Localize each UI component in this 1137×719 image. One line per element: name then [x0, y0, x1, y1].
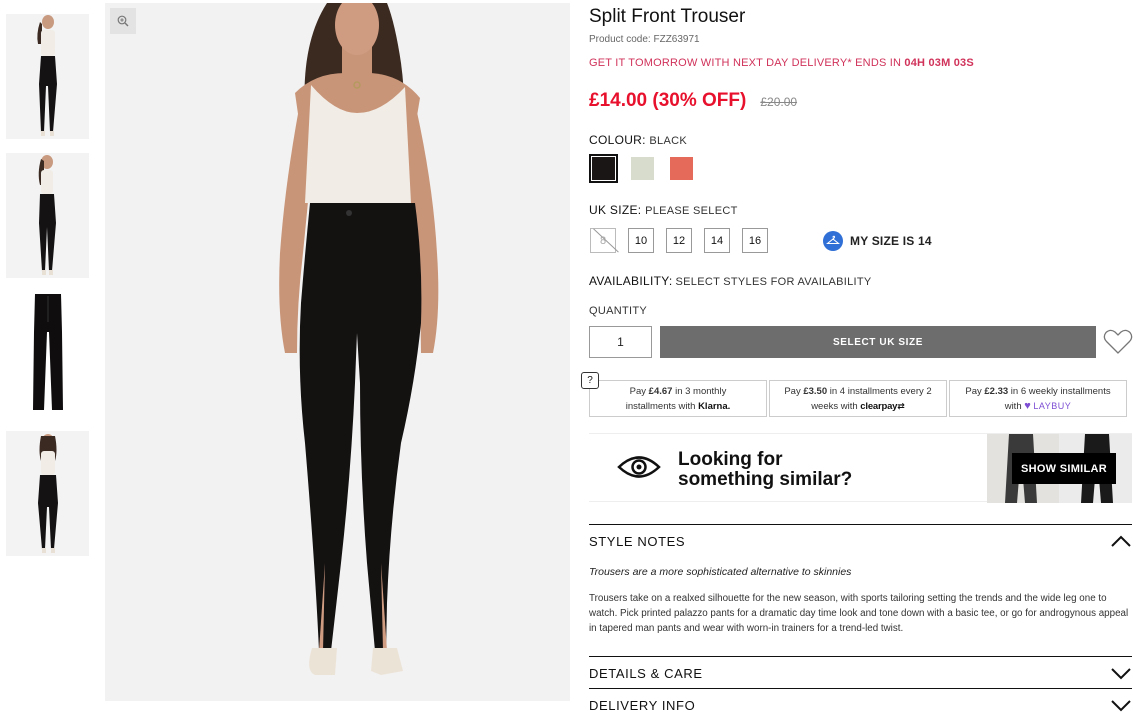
style-notes-body: Trousers take on a realxed silhouette fo…	[589, 593, 1129, 634]
model-back-image	[38, 434, 58, 553]
colour-label: COLOUR: BLACK	[589, 133, 687, 147]
delivery-info-header[interactable]: DELIVERY INFO	[589, 689, 1132, 719]
thumbnail-gallery	[6, 14, 89, 570]
product-code: Product code: FZZ63971	[589, 34, 700, 45]
size-label: UK SIZE: PLEASE SELECT	[589, 203, 738, 217]
main-product-image[interactable]	[105, 3, 570, 701]
add-to-bag-button[interactable]: SELECT UK SIZE	[660, 326, 1096, 358]
current-price: £14.00 (30% OFF)	[589, 90, 747, 111]
size-option-14[interactable]: 14	[704, 228, 730, 253]
clearpay-pay: Pay	[784, 386, 804, 397]
klarna-amount: £4.67	[648, 386, 673, 397]
eye-icon	[617, 456, 661, 478]
klarna-with: installments with	[625, 401, 699, 412]
trouser-flatlay-image	[33, 294, 63, 410]
my-size-text: MY SIZE IS 14	[850, 234, 932, 248]
wishlist-button[interactable]	[1102, 327, 1134, 357]
swatch-coral[interactable]	[667, 154, 696, 183]
size-value: PLEASE SELECT	[645, 205, 738, 217]
laybuy-with: with	[1004, 401, 1025, 412]
chevron-up-icon	[1111, 535, 1131, 547]
show-similar-button[interactable]: SHOW SIMILAR	[1012, 453, 1116, 484]
style-notes-header[interactable]: STYLE NOTES	[589, 525, 1132, 557]
availability-label: AVAILABILITY:	[589, 274, 673, 288]
laybuy-amount: £2.33	[984, 386, 1009, 397]
delivery-banner: GET IT TOMORROW WITH NEXT DAY DELIVERY* …	[589, 57, 974, 69]
size-option-10[interactable]: 10	[628, 228, 654, 253]
original-price: £20.00	[760, 95, 798, 109]
clearpay-amount: £3.50	[803, 386, 828, 397]
availability-row: AVAILABILITY: SELECT STYLES FOR AVAILABIL…	[589, 274, 872, 288]
laybuy-box[interactable]: Pay £2.33 in 6 weekly installments with …	[949, 380, 1127, 417]
style-notes-title: STYLE NOTES	[589, 533, 686, 549]
heart-icon	[1103, 329, 1133, 354]
clearpay-terms: in 4 installments every 2	[827, 386, 932, 397]
colour-swatches	[589, 154, 696, 183]
details-care-header[interactable]: DETAILS & CARE	[589, 657, 1132, 689]
laybuy-heart-icon: ♥	[1024, 400, 1031, 412]
details-care-accordion: DETAILS & CARE	[589, 656, 1132, 689]
zoom-icon	[117, 15, 129, 27]
delivery-info-title: DELIVERY INFO	[589, 697, 696, 713]
size-option-12[interactable]: 12	[666, 228, 692, 253]
swatch-sage-fill	[631, 157, 654, 180]
quantity-label: QUANTITY	[589, 305, 648, 317]
style-notes-lead: Trousers are a more sophisticated altern…	[589, 566, 852, 578]
zoom-button[interactable]	[110, 8, 136, 34]
price-row: £14.00 (30% OFF) £20.00	[589, 90, 797, 112]
laybuy-terms: in 6 weekly installments	[1008, 386, 1111, 397]
klarna-terms: in 3 monthly	[672, 386, 727, 397]
quantity-input[interactable]	[589, 326, 652, 358]
similar-line-2: something similar?	[678, 469, 853, 490]
clearpay-logo: clearpay	[860, 401, 898, 412]
chevron-down-icon	[1111, 700, 1131, 712]
model-side-image	[38, 155, 56, 275]
laybuy-logo: LAYBUY	[1033, 401, 1072, 411]
hanger-icon	[823, 231, 843, 251]
thumbnail-side[interactable]	[6, 153, 89, 278]
swatch-black[interactable]	[589, 154, 618, 183]
delivery-info-accordion: DELIVERY INFO	[589, 688, 1132, 719]
payment-help-button[interactable]: ?	[581, 372, 599, 389]
klarna-pay: Pay	[629, 386, 649, 397]
size-label-text: UK SIZE:	[589, 203, 642, 217]
model-illustration	[279, 3, 439, 675]
swatch-black-fill	[592, 157, 615, 180]
size-option-16[interactable]: 16	[742, 228, 768, 253]
colour-label-text: COLOUR:	[589, 133, 646, 147]
product-title: Split Front Trouser	[589, 6, 746, 27]
colour-value: BLACK	[649, 135, 687, 147]
clearpay-with: weeks with	[811, 401, 861, 412]
details-care-title: DETAILS & CARE	[589, 665, 703, 681]
shop-similar-banner: Looking for something similar? SHOW SIMI…	[589, 433, 1132, 503]
payment-options: Pay £4.67 in 3 monthly installments with…	[589, 380, 1127, 417]
klarna-box[interactable]: Pay £4.67 in 3 monthly installments with…	[589, 380, 767, 417]
size-options: 8 10 12 14 16	[590, 228, 768, 253]
clearpay-box[interactable]: Pay £3.50 in 4 installments every 2 week…	[769, 380, 947, 417]
klarna-logo: Klarna.	[698, 401, 731, 412]
style-notes-accordion: STYLE NOTES	[589, 524, 1132, 557]
my-size-link[interactable]: MY SIZE IS 14	[823, 231, 932, 251]
model-front-image	[37, 15, 57, 136]
swatch-sage[interactable]	[628, 154, 657, 183]
clearpay-arrow-icon: ⇄	[897, 401, 905, 411]
thumbnail-back[interactable]	[6, 431, 89, 556]
availability-value: SELECT STYLES FOR AVAILABILITY	[675, 276, 872, 288]
chevron-down-icon	[1111, 668, 1131, 680]
swatch-coral-fill	[670, 157, 693, 180]
similar-line-1: Looking for	[678, 449, 783, 470]
laybuy-pay: Pay	[965, 386, 985, 397]
delivery-countdown: 04H 03M 03S	[904, 57, 974, 69]
size-option-8[interactable]: 8	[590, 228, 616, 253]
delivery-text: GET IT TOMORROW WITH NEXT DAY DELIVERY* …	[589, 57, 905, 69]
thumbnail-front[interactable]	[6, 14, 89, 139]
similar-heading: Looking for something similar?	[678, 450, 852, 490]
thumbnail-flat[interactable]	[6, 292, 89, 417]
